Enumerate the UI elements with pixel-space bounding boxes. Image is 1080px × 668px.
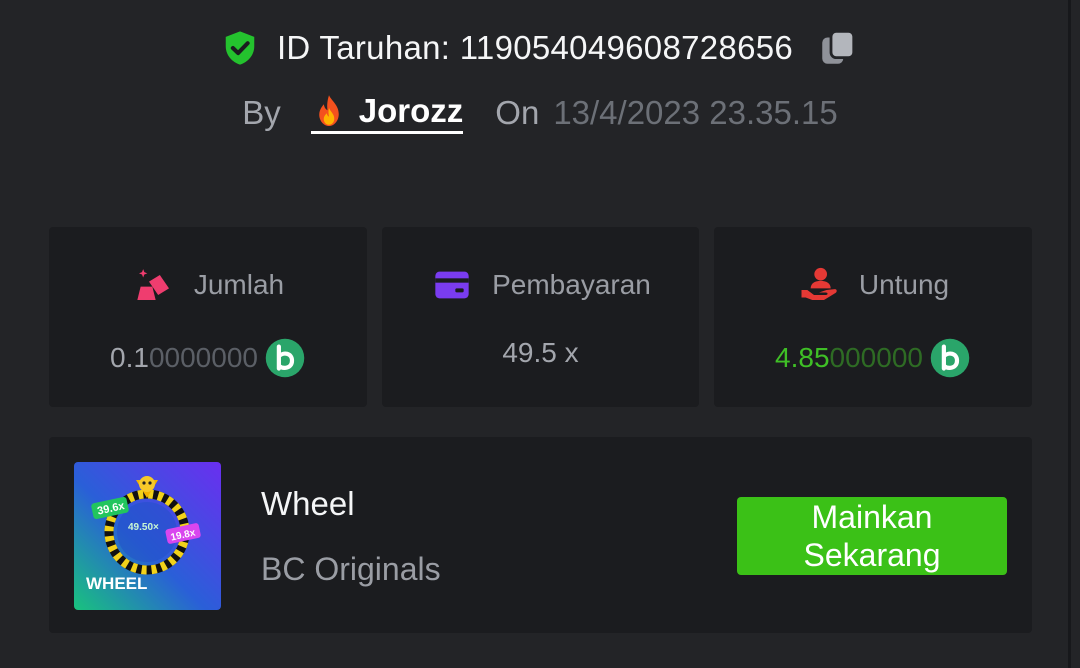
fire-icon (319, 95, 339, 126)
user-profile-link[interactable]: Jorozz (310, 92, 464, 134)
profit-value-main: 4.85 (775, 342, 830, 373)
shield-check-icon (225, 31, 255, 65)
bet-author-row: By Jorozz On 13/4/2023 23.35.15 (0, 92, 1080, 134)
play-now-button[interactable]: Mainkan Sekarang (737, 497, 1007, 575)
stat-value-amount: 0.1 0000000 (49, 337, 367, 379)
play-label-line2: Sekarang (803, 537, 941, 573)
wallet-card-icon (435, 271, 469, 299)
stat-label-payout: Pembayaran (492, 269, 651, 300)
game-provider: BC Originals (261, 551, 441, 587)
bet-id-text: ID Taruhan: 119054049608728656 (276, 29, 794, 66)
stat-header: Jumlah (49, 265, 367, 305)
stat-header: Pembayaran (382, 265, 699, 305)
thumb-multiplier-2: 49.50× (128, 522, 159, 533)
profit-value-dim: 000000 (829, 342, 923, 373)
stat-label-profit: Untung (858, 269, 950, 300)
stat-value-profit: 4.85 000000 (714, 337, 1032, 379)
amount-value-dim: 0000000 (148, 342, 258, 373)
profit-hand-icon (801, 267, 837, 300)
bet-id-row: ID Taruhan: 119054049608728656 (0, 26, 1080, 70)
stat-card-payout: Pembayaran 49.5 x (382, 227, 699, 407)
username: Jorozz (358, 92, 464, 129)
wheel-game-artwork: 39.6x 49.50× 19.8x WHEEL (74, 462, 221, 610)
bet-datetime: 13/4/2023 23.35.15 (553, 94, 838, 131)
game-card: 39.6x 49.50× 19.8x WHEEL Wheel BC Origin… (49, 437, 1032, 633)
play-label-line1: Mainkan (811, 499, 933, 535)
bcd-coin-icon (930, 338, 970, 378)
bet-amount-icon (137, 269, 169, 300)
by-label: By (242, 94, 281, 131)
amount-value-main: 0.1 (110, 342, 149, 373)
thumb-title: WHEEL (86, 574, 147, 593)
stat-card-amount: Jumlah 0.1 0000000 (49, 227, 367, 407)
stat-label-amount: Jumlah (193, 269, 285, 300)
stat-header: Untung (714, 265, 1032, 305)
copy-icon[interactable] (817, 26, 859, 70)
payout-value: 49.5 x (502, 337, 579, 368)
on-label: On (495, 94, 540, 131)
stat-value-payout: 49.5 x (382, 337, 699, 369)
game-name[interactable]: Wheel (261, 485, 355, 523)
game-thumbnail[interactable]: 39.6x 49.50× 19.8x WHEEL (74, 462, 221, 610)
bcd-coin-icon (265, 338, 305, 378)
stat-card-profit: Untung 4.85 000000 (714, 227, 1032, 407)
